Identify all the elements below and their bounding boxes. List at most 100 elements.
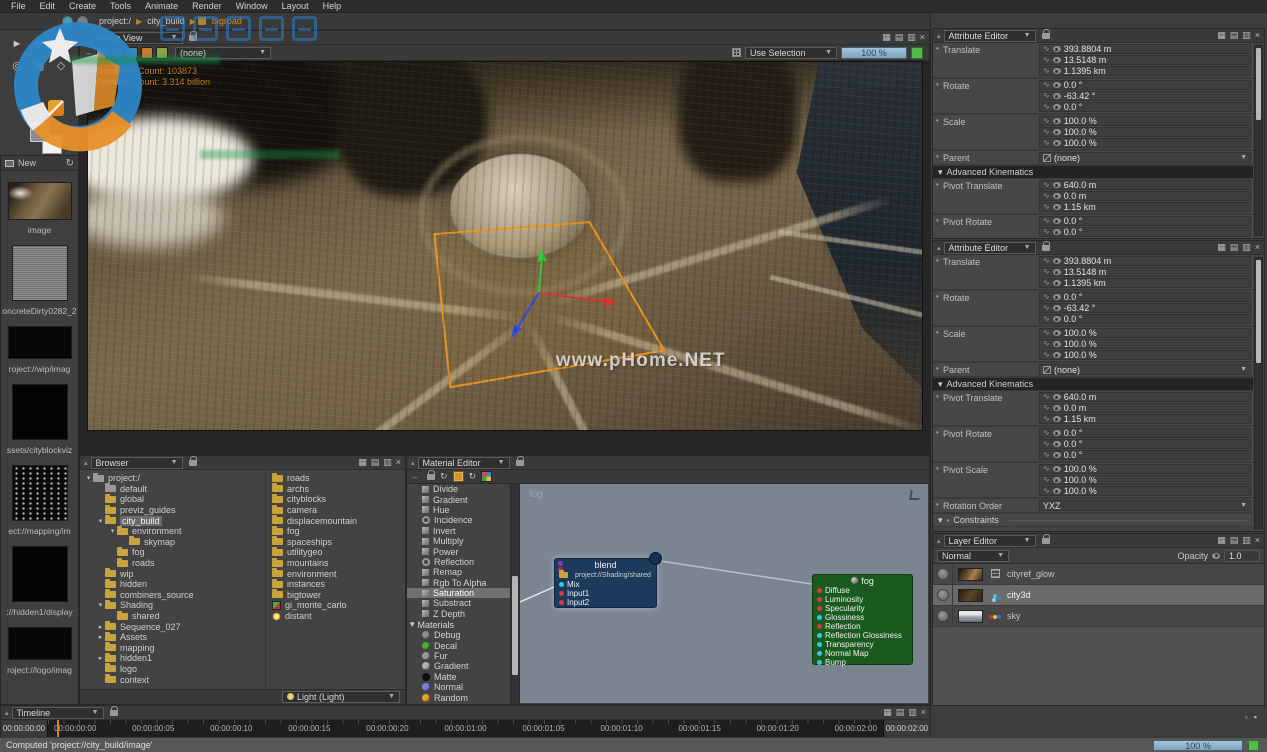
visibility-toggle-icon[interactable] [937,610,949,622]
close-icon[interactable]: × [1255,536,1260,545]
eye-icon[interactable] [1053,352,1061,358]
attribute-value-field[interactable]: ∿0.0 m [1039,403,1251,413]
eye-icon[interactable] [1053,193,1061,199]
split-horizontal-icon[interactable]: ▦ [1217,536,1226,545]
nav-forward-icon[interactable] [77,16,88,27]
eye-icon[interactable] [1053,93,1061,99]
nav-back-icon[interactable] [62,16,73,27]
save-image-icon[interactable] [96,47,108,59]
section-expand-icon[interactable]: ▾ [938,515,943,526]
split-horizontal-icon[interactable]: ▦ [882,33,891,42]
attribute-value-field[interactable]: ∿0.0 ° [1039,102,1251,112]
port-dot-icon[interactable] [817,633,822,638]
node-list-scrollbar[interactable] [510,484,519,704]
node-type-saturation[interactable]: Saturation [407,588,519,598]
attribute-editor-type-dropdown[interactable]: Attribute Editor ▼ [944,242,1036,254]
tree-item-default[interactable]: default [80,484,265,495]
attribute-value-field[interactable]: ∿0.0 ° [1039,292,1251,302]
node-type-rgb-to-alpha[interactable]: Rgb To Alpha [407,578,519,588]
animation-curve-icon[interactable]: ∿ [1043,81,1050,89]
tree-expand-icon[interactable]: ▾ [96,601,105,609]
attribute-value-field[interactable]: ∿-63.42 ° [1039,303,1251,313]
collapse-icon[interactable]: ▴ [937,244,941,252]
node-port-transparency[interactable]: Transparency [813,640,912,649]
animation-curve-icon[interactable]: ∿ [1043,404,1050,412]
split-vertical-icon[interactable]: ▤ [895,33,904,42]
animation-curve-icon[interactable]: ∿ [1043,103,1050,111]
opacity-field[interactable]: 1.0 [1224,550,1260,562]
eye-icon[interactable] [1053,57,1061,63]
add-tool-icon[interactable]: ⊕ [32,38,46,51]
tree-item-environment[interactable]: ▾environment [80,526,265,537]
browser-type-dropdown[interactable]: Browser ▼ [91,457,183,469]
close-icon[interactable]: × [921,708,926,717]
target-tool-icon[interactable]: ◎ [10,59,24,72]
attribute-value-field[interactable]: ∿13.5148 m [1039,55,1251,65]
attribute-value-field[interactable]: ∿100.0 % [1039,464,1251,474]
menu-item-tools[interactable]: Tools [103,1,138,11]
tree-item-wip[interactable]: wip [80,568,265,579]
asset-thumbnail[interactable] [8,627,72,660]
shape-tool-icon[interactable]: ◇ [54,59,68,72]
refresh-icon[interactable]: ↻ [66,158,74,169]
eye-icon[interactable] [1212,553,1220,559]
eye-icon[interactable] [1053,280,1061,286]
list-item-mountains[interactable]: mountains [266,558,405,569]
layer-editor-type-dropdown[interactable]: Layer Editor ▼ [944,535,1036,547]
port-dot-icon[interactable] [817,588,822,593]
node-port-luminosity[interactable]: Luminosity [813,595,912,604]
port-dot-icon[interactable] [817,606,822,611]
eye-icon[interactable] [1053,416,1061,422]
split-vertical-icon[interactable]: ▤ [1230,31,1239,40]
animation-curve-icon[interactable]: ∿ [1043,487,1050,495]
scrollbar[interactable] [1254,257,1263,529]
layer-select-dropdown[interactable]: (none) ▼ [175,47,271,59]
maximize-icon[interactable]: ▥ [1242,536,1251,545]
breadcrumb-segment[interactable]: city_build [147,16,185,26]
attribute-value-field[interactable]: ∿0.0 ° [1039,428,1251,438]
lock-icon[interactable] [110,710,118,716]
playhead[interactable] [57,720,59,737]
scrollbar-thumb[interactable] [1256,48,1261,120]
split-horizontal-icon[interactable]: ▦ [883,708,892,717]
node-port-mix[interactable]: Mix [555,580,656,589]
node-type-incidence[interactable]: Incidence [407,515,519,525]
asset-thumbnail[interactable] [12,546,68,602]
end-frame-field[interactable]: 00:00:02:00 [883,720,930,737]
material-type-decal[interactable]: Decal [407,640,519,650]
attribute-value-field[interactable]: ∿100.0 % [1039,339,1251,349]
node-type-power[interactable]: Power [407,546,519,556]
tree-item-global[interactable]: global [80,494,265,505]
animation-curve-icon[interactable]: ∿ [1043,268,1050,276]
tree-item-logo[interactable]: logo [80,664,265,675]
checker-background-icon[interactable] [111,47,123,59]
attribute-value-field[interactable]: ∿393.8804 m [1039,256,1251,266]
node-type-multiply[interactable]: Multiply [407,536,519,546]
tree-item-city-build[interactable]: ▾city_build [80,515,265,526]
port-dot-icon[interactable] [559,582,564,587]
current-frame-field[interactable]: 00:00:00:00 [1,720,48,737]
eye-icon[interactable] [1053,129,1061,135]
split-horizontal-icon[interactable]: ▦ [1217,243,1226,252]
eye-icon[interactable] [1053,294,1061,300]
animation-curve-icon[interactable]: ∿ [1043,351,1050,359]
node-type-z-depth[interactable]: Z Depth [407,609,519,619]
visibility-toggle-icon[interactable] [937,589,949,601]
animation-curve-icon[interactable]: ∿ [1043,257,1050,265]
tree-item-project-[interactable]: ▾project:/ [80,473,265,484]
list-item-cityblocks[interactable]: cityblocks [266,494,405,505]
eye-icon[interactable] [1053,46,1061,52]
collapse-icon[interactable]: ▴ [937,32,941,40]
split-horizontal-icon[interactable]: ▦ [1217,31,1226,40]
animation-curve-icon[interactable]: ∿ [1043,451,1050,459]
attribute-value-field[interactable]: ∿0.0 m [1039,191,1251,201]
eye-icon[interactable] [1053,104,1061,110]
menu-item-create[interactable]: Create [62,1,103,11]
list-item-displacemountain[interactable]: displacemountain [266,515,405,526]
eye-icon[interactable] [1053,218,1061,224]
section-expand-icon[interactable]: ▾ [410,619,415,630]
selection-grid-icon[interactable] [732,48,741,57]
view-type-dropdown[interactable]: Image View ▼ [91,32,183,44]
asset-thumbnail-item[interactable]: ://hidden1/display [1,546,78,617]
asset-thumbnail[interactable] [8,182,72,220]
